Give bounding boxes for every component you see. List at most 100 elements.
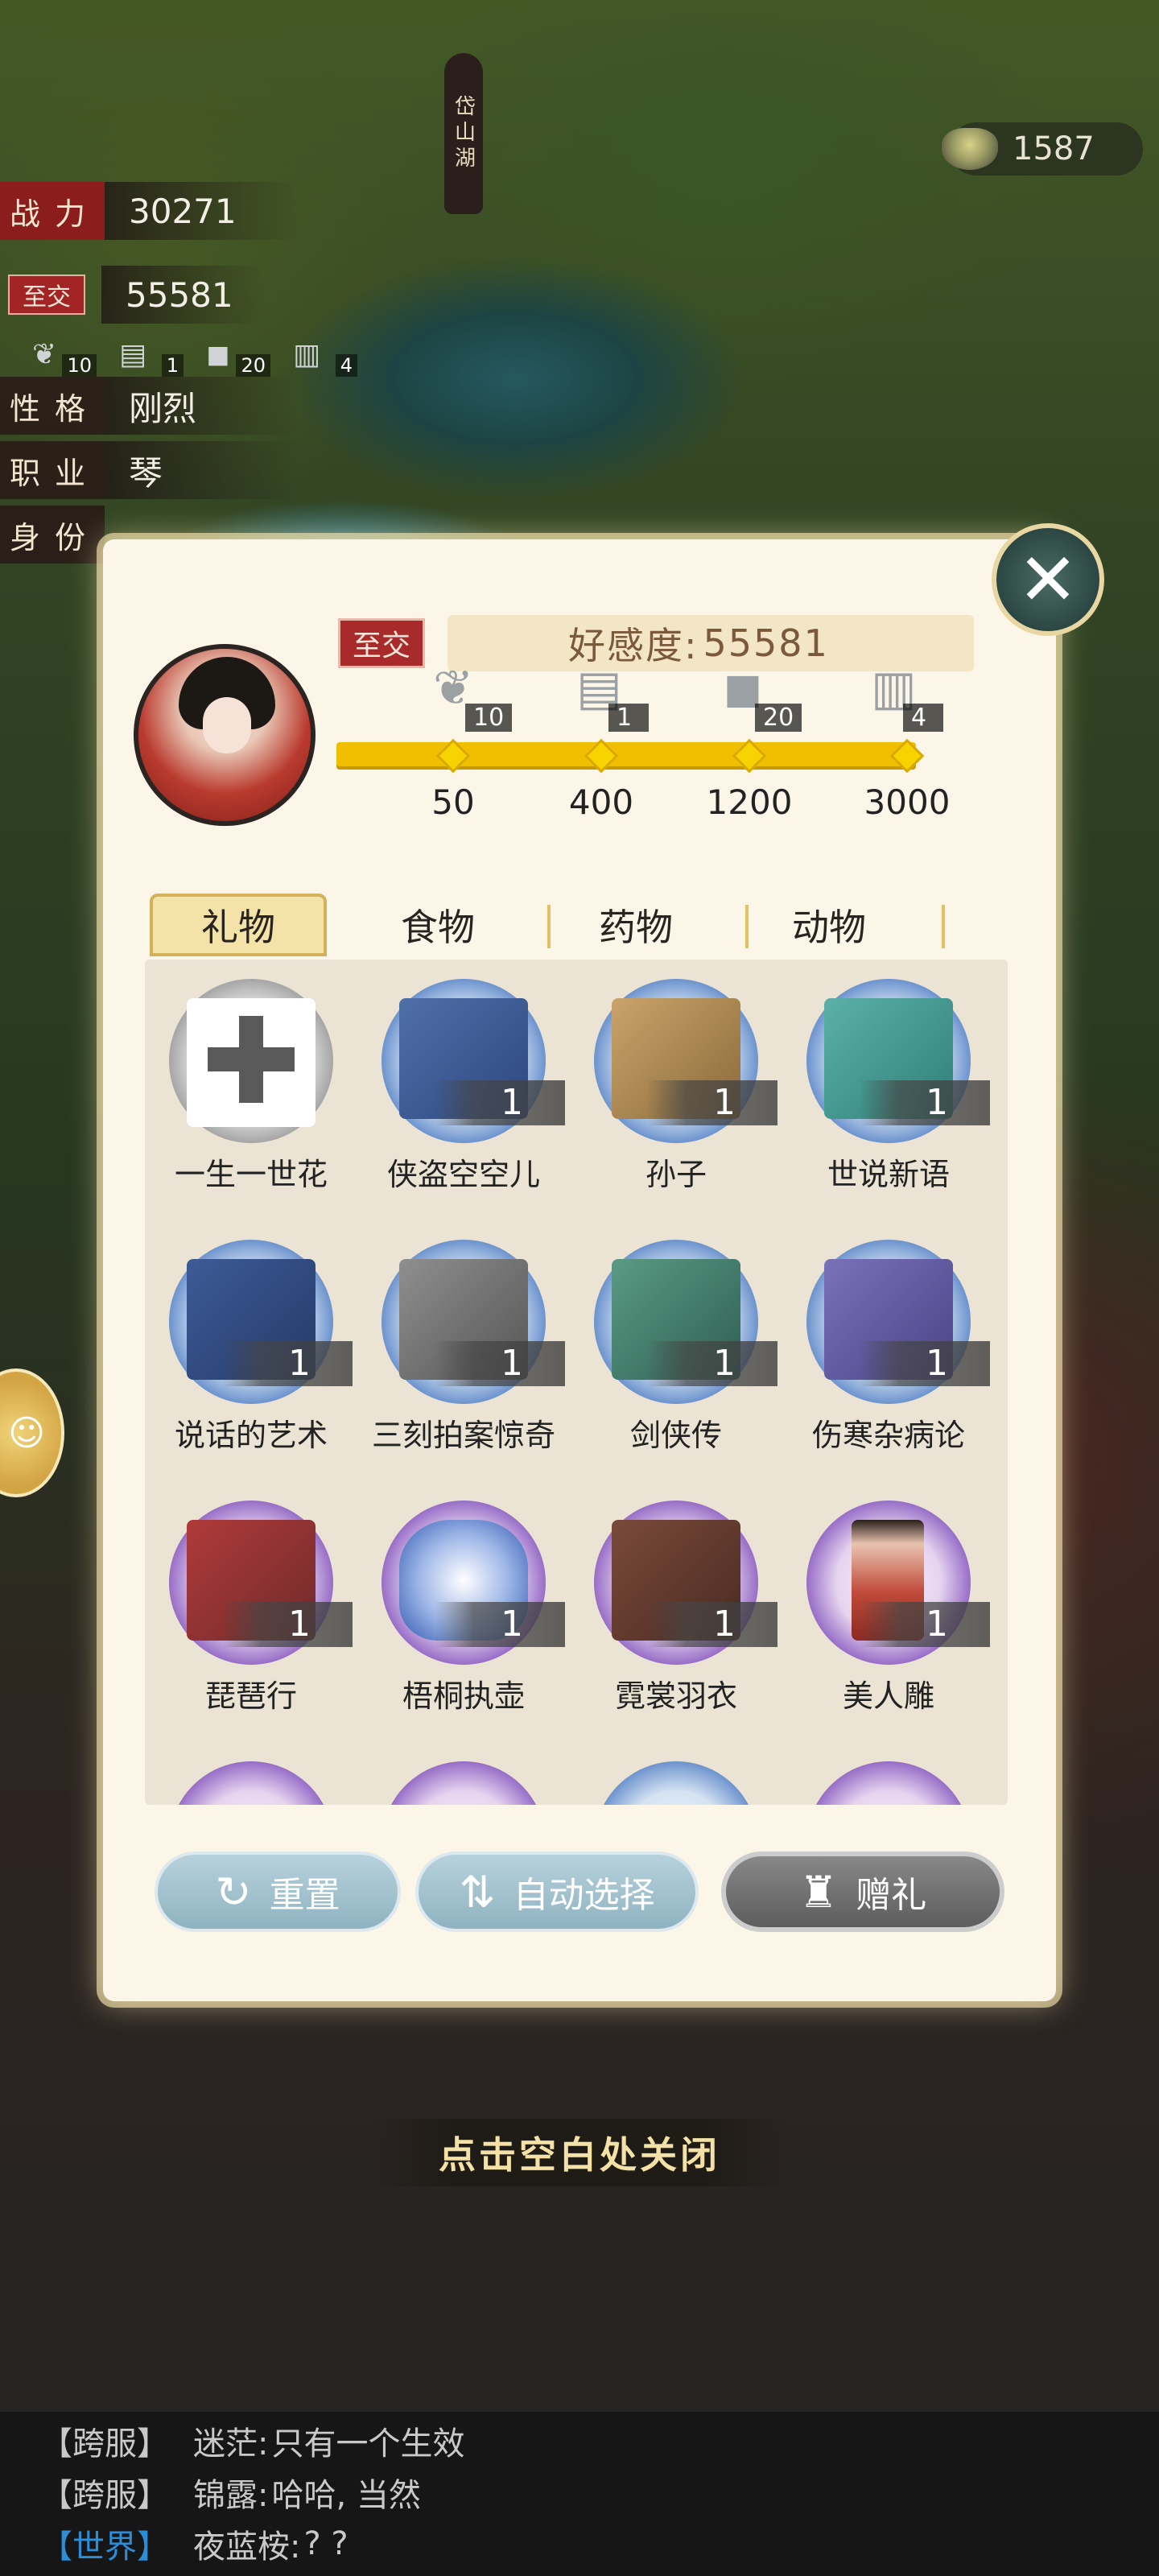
- item-count: 1: [647, 1341, 777, 1386]
- item-cell[interactable]: 1 美人雕: [782, 1481, 995, 1739]
- item-cell[interactable]: 1 霓裳羽衣: [570, 1481, 782, 1739]
- relation-row: 至交 55581: [0, 266, 262, 324]
- category-tabs: 礼物 食物 药物 动物: [145, 894, 950, 958]
- gift-button[interactable]: ♜ 赠礼: [721, 1852, 1004, 1932]
- gift-bag-icon: ♜: [798, 1866, 839, 1918]
- chat-message: 【跨服】 迷茫: 只有一个生效: [40, 2415, 1159, 2467]
- item-cell[interactable]: 1 侠盗空空儿: [357, 960, 570, 1217]
- item-count: 1: [435, 1602, 565, 1647]
- milestone-value: 3000: [864, 782, 951, 822]
- item-cell[interactable]: 一生一世花: [145, 960, 357, 1217]
- tab-animals[interactable]: 动物: [740, 894, 918, 956]
- item-cell[interactable]: 1 琵琶行: [145, 1481, 357, 1739]
- relation-badge-small: 至交: [8, 275, 85, 315]
- milestone-value: 1200: [706, 782, 793, 822]
- item-grid: 一生一世花 1 侠盗空空儿 1 孙子 1 世说新语 1 说话的艺术 1 三刻拍案…: [145, 960, 1008, 1805]
- item-count: 1: [435, 1341, 565, 1386]
- item-cell[interactable]: 1 梧桐执壶: [357, 1481, 570, 1739]
- item-cell[interactable]: [782, 1742, 995, 1805]
- item-count: 1: [222, 1602, 353, 1647]
- item-name: 一生一世花: [174, 1157, 328, 1192]
- add-icon: [187, 998, 316, 1127]
- character-avatar: [134, 644, 316, 826]
- auto-select-button[interactable]: ⇅ 自动选择: [415, 1852, 699, 1932]
- item-name: 侠盗空空儿: [386, 1157, 540, 1192]
- close-icon: ✕: [1017, 537, 1079, 622]
- book-icon: ▤: [119, 338, 147, 371]
- power-row: 战力 30271: [0, 182, 298, 240]
- item-cell[interactable]: 1 三刻拍案惊奇: [357, 1220, 570, 1478]
- chat-channel: 【世界】: [40, 2529, 169, 2566]
- affection-value: 55581: [703, 621, 829, 665]
- chat-text: 哈哈, 当然: [271, 2477, 421, 2514]
- tab-medicine[interactable]: 药物: [547, 894, 724, 956]
- refresh-icon: ↻: [215, 1866, 252, 1918]
- power-label: 战力: [0, 182, 105, 240]
- reward-items-row: ❦ 10 ▤ 1 ◼ 20 ▥ 4: [32, 338, 357, 378]
- currency-amount: 1587: [1013, 130, 1095, 167]
- tea-bowl-icon: [942, 128, 998, 170]
- reward-item: ▥ 4: [293, 338, 357, 378]
- chat-bubble-icon: ☺: [8, 1412, 45, 1454]
- item-cell[interactable]: 1 孙子: [570, 960, 782, 1217]
- milestone-reward[interactable]: ◼ 20: [715, 660, 802, 733]
- item-name: 世说新语: [827, 1157, 950, 1192]
- affection-progress-bar: [336, 742, 916, 770]
- personality-value: 刚烈: [105, 377, 298, 435]
- milestone-value: 50: [431, 782, 475, 822]
- item-count: 1: [860, 1080, 990, 1125]
- item-name: 霓裳羽衣: [614, 1678, 737, 1714]
- relation-value: 55581: [101, 266, 262, 324]
- item-count: 1: [860, 1602, 990, 1647]
- item-count: 1: [222, 1341, 353, 1386]
- reward-item: ◼ 20: [206, 338, 270, 378]
- item-name: 说话的艺术: [174, 1418, 328, 1453]
- chat-channel: 【跨服】: [40, 2425, 169, 2462]
- item-count: 1: [647, 1080, 777, 1125]
- chat-message: 【世界】 夜蓝桉: ? ?: [40, 2518, 1159, 2570]
- chat-message: 【跨服】 锦露: 哈哈, 当然: [40, 2467, 1159, 2518]
- chat-sender: 锦露:: [193, 2477, 269, 2514]
- chat-sender: 夜蓝桉:: [193, 2529, 301, 2566]
- tab-gifts[interactable]: 礼物: [150, 894, 327, 956]
- item-cell[interactable]: 1 说话的艺术: [145, 1220, 357, 1478]
- item-cell[interactable]: 1 世说新语: [782, 960, 995, 1217]
- sort-arrows-icon: ⇅: [459, 1866, 496, 1918]
- item-name: 琵琶行: [204, 1678, 297, 1714]
- item-name: 剑侠传: [629, 1418, 722, 1453]
- milestone-reward[interactable]: ❦ 10: [425, 660, 513, 733]
- chat-text: ? ?: [303, 2525, 349, 2562]
- close-hint: 点击空白处关闭: [370, 2119, 789, 2186]
- item-count: 1: [860, 1341, 990, 1386]
- power-value: 30271: [105, 182, 298, 240]
- item-cell[interactable]: [570, 1742, 782, 1805]
- reset-button[interactable]: ↻ 重置: [155, 1852, 401, 1932]
- tab-food[interactable]: 食物: [349, 894, 526, 956]
- item-count: 1: [647, 1602, 777, 1647]
- stone-icon: ◼: [206, 338, 230, 371]
- personality-label: 性格: [0, 377, 105, 435]
- chat-panel[interactable]: 【跨服】 迷茫: 只有一个生效 【跨服】 锦露: 哈哈, 当然 【世界】 夜蓝桉…: [0, 2412, 1159, 2576]
- milestone-value: 400: [568, 782, 634, 822]
- chat-sender: 迷茫:: [193, 2425, 269, 2462]
- personality-row: 性格 刚烈: [0, 377, 298, 435]
- location-banner: 岱山湖: [444, 53, 483, 214]
- item-name: 孙子: [645, 1157, 707, 1192]
- item-cell[interactable]: [357, 1742, 570, 1805]
- milestone-reward[interactable]: ▥ 4: [863, 660, 943, 733]
- action-buttons: ↻ 重置 ⇅ 自动选择 ♜ 赠礼: [153, 1852, 1022, 1932]
- chat-channel: 【跨服】: [40, 2477, 169, 2514]
- item-name: 三刻拍案惊奇: [371, 1418, 555, 1453]
- chat-text: 只有一个生效: [271, 2425, 465, 2462]
- item-cell[interactable]: [145, 1742, 357, 1805]
- book-stack-icon: ▥: [293, 338, 321, 371]
- affection-milestones: ❦ 10 ▤ 1 ◼ 20 ▥ 4 50 400 1200 3000: [336, 660, 950, 837]
- currency-display: 1587: [942, 122, 1143, 175]
- milestone-reward[interactable]: ▤ 1: [568, 660, 649, 733]
- reward-item: ❦ 10: [32, 338, 97, 378]
- grass-icon: ❦: [32, 338, 57, 371]
- item-cell[interactable]: 1 伤寒杂病论: [782, 1220, 995, 1478]
- close-button[interactable]: ✕: [992, 523, 1104, 636]
- reward-item: ▤ 1: [119, 338, 184, 378]
- item-cell[interactable]: 1 剑侠传: [570, 1220, 782, 1478]
